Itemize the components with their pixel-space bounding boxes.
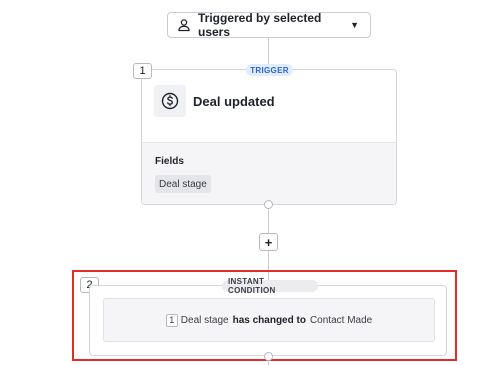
- chevron-down-icon: ▼: [350, 20, 359, 30]
- trigger-step-card[interactable]: 1 TRIGGER Deal updated Fields Deal stage: [133, 63, 397, 209]
- condition-rule[interactable]: 1 Deal stage has changed to Contact Made: [103, 298, 435, 342]
- user-icon: [177, 18, 191, 32]
- trigger-header: Deal updated: [142, 70, 396, 143]
- dollar-circle-icon: [154, 85, 186, 117]
- instant-condition-card[interactable]: INSTANT CONDITION 1 Deal stage has chang…: [89, 277, 447, 361]
- condition-operator: has changed to: [232, 314, 306, 326]
- condition-field: Deal stage: [180, 314, 229, 326]
- trigger-title: Deal updated: [193, 94, 275, 109]
- fields-label: Fields: [155, 156, 184, 167]
- connector-dot: [264, 352, 273, 361]
- condition-value: Contact Made: [309, 314, 373, 326]
- condition-badge: INSTANT CONDITION: [222, 277, 318, 295]
- trigger-fields-section: Fields Deal stage: [142, 143, 396, 204]
- add-step-button[interactable]: +: [259, 233, 278, 251]
- trigger-selector-label: Triggered by selected users: [198, 11, 322, 39]
- connector-dot: [264, 200, 273, 209]
- condition-step-ref: 1: [165, 313, 178, 327]
- field-chip: Deal stage: [155, 175, 211, 193]
- trigger-selector-dropdown[interactable]: Triggered by selected users ▼: [167, 11, 371, 39]
